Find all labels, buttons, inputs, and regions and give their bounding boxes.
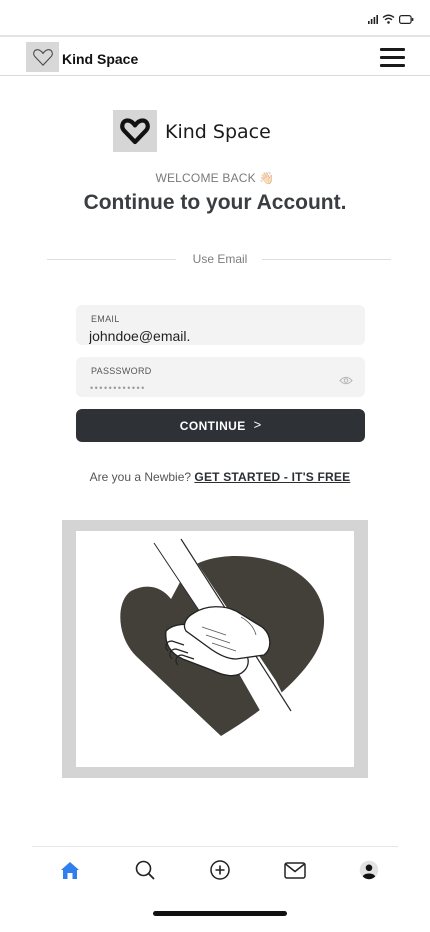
get-started-link[interactable]: GET STARTED - IT'S FREE	[194, 470, 350, 484]
password-label: PASSSWORD	[91, 366, 152, 376]
page-title: Continue to your Account.	[83, 191, 347, 214]
password-field[interactable]: PASSSWORD ••••••••••••	[76, 357, 365, 397]
bottom-nav	[32, 846, 398, 892]
tab-profile[interactable]	[356, 857, 382, 883]
continue-label: CONTINUE	[179, 418, 246, 433]
hamburger-menu-icon[interactable]	[380, 47, 406, 67]
mail-icon	[284, 861, 306, 879]
signup-prompt: Are you a Newbie?	[89, 470, 192, 484]
heart-outline-icon	[32, 49, 53, 66]
heart-icon	[120, 118, 150, 145]
divider-right	[262, 259, 391, 260]
home-indicator	[153, 911, 287, 916]
chevron-right-icon: >	[253, 416, 262, 432]
password-input[interactable]: ••••••••••••	[90, 383, 146, 393]
signal-icon	[368, 14, 378, 24]
home-icon	[61, 861, 79, 879]
tab-messages[interactable]	[282, 857, 308, 883]
continue-button[interactable]: CONTINUE >	[76, 409, 365, 442]
tab-home[interactable]	[57, 857, 83, 883]
heart-handshake-illustration	[120, 538, 325, 736]
app-logo[interactable]	[26, 42, 59, 72]
brand-logo	[113, 110, 157, 152]
wifi-icon	[382, 14, 395, 24]
battery-icon	[399, 14, 414, 24]
status-icons	[368, 14, 414, 24]
welcome-text: WELCOME BACK 👋🏻	[155, 171, 275, 185]
brand-name: Kind Space	[165, 121, 271, 143]
eye-icon[interactable]	[339, 372, 353, 390]
app-title: Kind Space	[62, 51, 139, 67]
top-nav: Kind Space	[0, 38, 430, 76]
search-icon	[135, 860, 155, 880]
illustration-frame	[62, 520, 368, 778]
plus-circle-icon	[210, 860, 230, 880]
illustration	[76, 531, 354, 767]
email-input[interactable]	[89, 328, 329, 344]
email-label: EMAIL	[91, 314, 120, 324]
email-field[interactable]: EMAIL	[76, 305, 365, 345]
tab-search[interactable]	[132, 857, 158, 883]
signup-row: Are you a Newbie? GET STARTED - IT'S FRE…	[0, 470, 430, 484]
user-icon	[359, 860, 379, 880]
status-bar	[0, 0, 430, 37]
tab-add[interactable]	[207, 857, 233, 883]
